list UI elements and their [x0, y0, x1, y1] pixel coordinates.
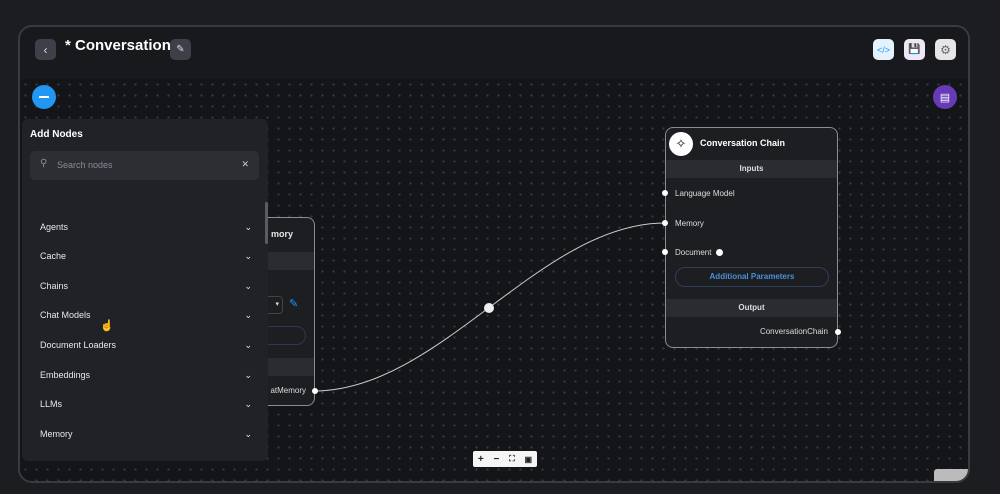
- edge-delete-button: [484, 303, 494, 313]
- node-title: Conversation Chain: [700, 138, 786, 148]
- input-handle-language-model[interactable]: [662, 190, 668, 196]
- category-label: Agents: [40, 222, 69, 232]
- chevron-down-icon: ⌄: [244, 309, 252, 320]
- output-conversation-chain: ConversationChain: [759, 327, 828, 336]
- edit-icon[interactable]: ✎: [289, 297, 298, 310]
- category-llms[interactable]: LLMs ⌄: [40, 394, 252, 414]
- output-section: Output: [666, 299, 837, 317]
- chevron-down-icon: ⌄: [244, 428, 252, 439]
- zoom-out-icon[interactable]: −: [494, 454, 500, 465]
- category-chat-models[interactable]: Chat Models ⌄: [40, 305, 252, 325]
- lock-icon[interactable]: ▣: [525, 455, 533, 464]
- chain-icon: ✧: [669, 132, 693, 156]
- chevron-down-icon: ⌄: [244, 221, 252, 232]
- input-document: Document: [675, 248, 712, 257]
- category-label: LLMs: [40, 399, 63, 409]
- flow-editor-window: ‹ * Conversation ✎ </> 💾 ⚙ ▤ mory ▾ ✎ at…: [18, 25, 970, 483]
- output-label: atMemory: [270, 386, 306, 395]
- info-icon[interactable]: [716, 249, 723, 256]
- chevron-down-icon: ⌄: [244, 339, 252, 350]
- zoom-in-icon[interactable]: +: [478, 454, 484, 465]
- canvas-controls: + − ⛶ ▣: [473, 451, 537, 467]
- clear-search-icon[interactable]: ✕: [241, 159, 249, 170]
- category-agents[interactable]: Agents ⌄: [40, 217, 252, 237]
- mouse-cursor-icon: ☝: [100, 320, 114, 332]
- scrollbar[interactable]: [265, 202, 268, 244]
- category-embeddings[interactable]: Embeddings ⌄: [40, 365, 252, 385]
- add-nodes-panel: Add Nodes ⚲ Search nodes ✕ Agents ⌄ Cache…: [22, 119, 268, 461]
- category-cache[interactable]: Cache ⌄: [40, 246, 252, 266]
- input-memory: Memory: [675, 219, 704, 228]
- inputs-section: Inputs: [666, 160, 837, 178]
- add-nodes-title: Add Nodes: [30, 129, 83, 140]
- input-handle-memory[interactable]: [662, 220, 668, 226]
- category-label: Embeddings: [40, 370, 91, 380]
- memory-node-title: mory: [271, 229, 294, 239]
- output-handle[interactable]: [312, 388, 318, 394]
- search-icon: ⚲: [40, 158, 48, 169]
- search-nodes-input[interactable]: ⚲ Search nodes ✕: [30, 151, 259, 180]
- conversation-chain-node[interactable]: ✧ Conversation Chain Inputs Language Mod…: [662, 127, 841, 348]
- output-handle[interactable]: [835, 329, 841, 335]
- chevron-down-icon: ⌄: [244, 280, 252, 291]
- category-memory[interactable]: Memory ⌄: [40, 424, 252, 444]
- chevron-down-icon: ⌄: [244, 369, 252, 380]
- search-placeholder: Search nodes: [57, 160, 113, 170]
- category-label: Chat Models: [40, 310, 91, 320]
- category-label: Cache: [40, 251, 67, 261]
- category-label: Memory: [40, 429, 73, 439]
- chevron-down-icon: ⌄: [244, 398, 252, 409]
- minimap-corner: [934, 469, 968, 481]
- category-chains[interactable]: Chains ⌄: [40, 276, 252, 296]
- additional-parameters-button[interactable]: Additional Parameters: [675, 267, 829, 287]
- category-label: Chains: [40, 281, 69, 291]
- input-language-model: Language Model: [675, 189, 735, 198]
- chevron-down-icon: ⌄: [244, 250, 252, 261]
- fit-view-icon[interactable]: ⛶: [509, 454, 515, 464]
- category-document-loaders[interactable]: Document Loaders ⌄: [40, 335, 252, 355]
- category-label: Document Loaders: [40, 340, 117, 350]
- input-handle-document[interactable]: [662, 249, 668, 255]
